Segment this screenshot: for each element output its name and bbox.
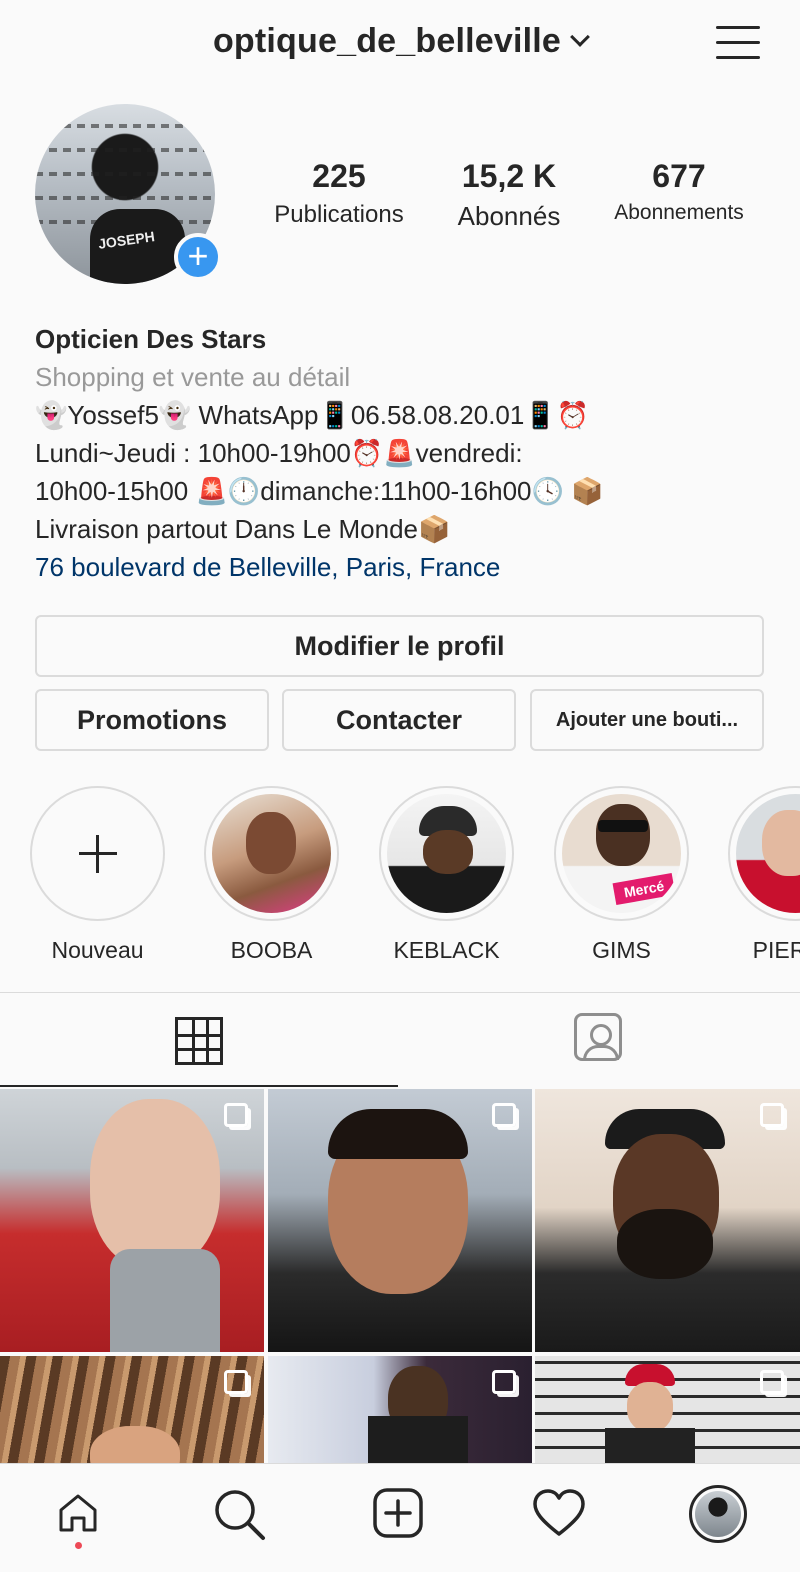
stat-value: 225	[312, 158, 366, 194]
highlight-label: PIERRE	[752, 937, 800, 963]
highlight-keblack[interactable]: KEBLACK	[379, 786, 514, 964]
username[interactable]: optique_de_belleville	[213, 22, 561, 60]
edit-profile-button[interactable]: Modifier le profil	[35, 615, 764, 677]
post-thumbnail[interactable]	[268, 1356, 532, 1463]
profile-bio: Opticien Des Stars Shopping et vente au …	[35, 320, 775, 586]
account-switcher[interactable]: optique_de_belleville	[0, 22, 800, 61]
profile-tabs	[0, 992, 800, 1087]
highlight-label: Nouveau	[51, 937, 144, 963]
business-category: Shopping et vente au détail	[35, 362, 351, 392]
multiple-posts-icon	[760, 1370, 784, 1394]
chevron-down-icon[interactable]	[570, 27, 590, 47]
multiple-posts-icon	[224, 1370, 248, 1394]
address-link[interactable]: 76 boulevard de Belleville, Paris, Franc…	[35, 548, 775, 586]
multiple-posts-icon	[492, 1370, 516, 1394]
stat-value: 15,2 K	[461, 158, 557, 194]
highlight-new[interactable]: Nouveau	[30, 786, 165, 964]
bio-line: Livraison partout Dans Le Monde📦	[35, 514, 451, 544]
post-thumbnail[interactable]	[535, 1089, 800, 1352]
highlight-label: KEBLACK	[393, 937, 500, 963]
plus-icon	[78, 834, 117, 873]
home-icon	[59, 1494, 97, 1532]
stat-followers[interactable]: 15,2 K Abonnés	[424, 158, 594, 232]
stat-label: Publications	[274, 201, 404, 228]
search-icon	[215, 1490, 265, 1540]
highlight-label: GIMS	[592, 937, 651, 963]
bio-line: 👻Yossef5👻 WhatsApp📱06.58.08.20.01📱⏰	[35, 400, 590, 430]
bio-line: Lundi~Jeudi : 10h00-19h00⏰🚨vendredi:	[35, 438, 523, 468]
home-tab[interactable]	[49, 1484, 109, 1549]
stat-following[interactable]: 677 Abonnements	[594, 158, 764, 225]
contact-button[interactable]: Contacter	[282, 689, 516, 751]
display-name: Opticien Des Stars	[35, 324, 267, 354]
tagged-icon	[574, 1013, 622, 1061]
post-thumbnail[interactable]	[0, 1356, 264, 1463]
new-post-tab[interactable]	[369, 1484, 429, 1544]
multiple-posts-icon	[492, 1103, 516, 1127]
stat-label: Abonnés	[457, 201, 561, 231]
bottom-navigation	[0, 1463, 800, 1572]
tab-grid[interactable]	[0, 993, 398, 1087]
menu-icon[interactable]	[716, 22, 760, 62]
highlight-label: BOOBA	[230, 937, 313, 963]
post-thumbnail[interactable]	[268, 1089, 532, 1352]
add-story-icon[interactable]: +	[174, 233, 222, 281]
highlight-pierre[interactable]: PIERRE	[728, 786, 800, 964]
tab-tagged[interactable]	[400, 993, 798, 1087]
post-thumbnail[interactable]	[535, 1356, 800, 1463]
stat-posts[interactable]: 225 Publications	[254, 158, 424, 229]
search-tab[interactable]	[209, 1484, 269, 1544]
profile-avatar-small	[689, 1485, 747, 1543]
activity-tab[interactable]	[529, 1484, 589, 1544]
top-bar: optique_de_belleville	[0, 0, 800, 90]
highlight-booba[interactable]: BOOBA	[204, 786, 339, 964]
profile-tab[interactable]	[688, 1484, 748, 1544]
new-post-icon	[373, 1488, 423, 1538]
grid-icon	[175, 1017, 223, 1065]
post-thumbnail[interactable]	[0, 1089, 264, 1352]
highlight-shirt-text: Mercé	[612, 872, 676, 906]
multiple-posts-icon	[760, 1103, 784, 1127]
highlight-gims[interactable]: Mercé GIMS	[554, 786, 689, 964]
promotions-button[interactable]: Promotions	[35, 689, 269, 751]
multiple-posts-icon	[224, 1103, 248, 1127]
heart-icon	[533, 1489, 585, 1536]
stat-label: Abonnements	[614, 201, 744, 224]
add-shop-button[interactable]: Ajouter une bouti...	[530, 689, 764, 751]
stat-value: 677	[652, 158, 706, 194]
notification-dot	[75, 1542, 82, 1549]
bio-line: 10h00-15h00 🚨🕛dimanche:11h00-16h00🕓 📦	[35, 476, 604, 506]
